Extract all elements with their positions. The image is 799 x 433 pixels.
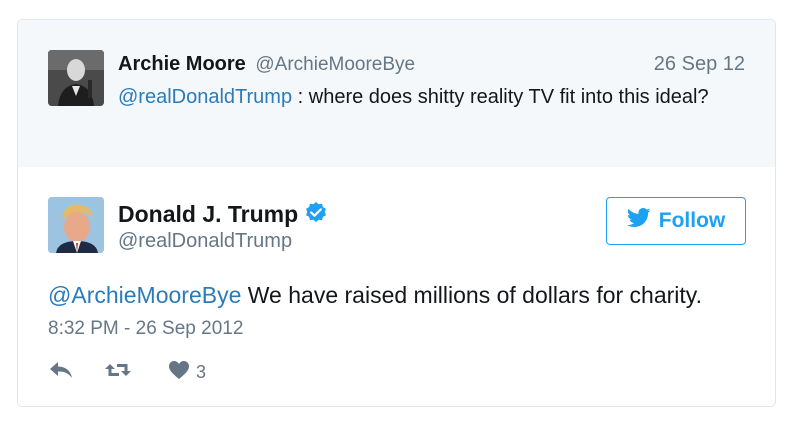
- embedded-tweet-card: Archie Moore @ArchieMooreBye 26 Sep 12 @…: [17, 19, 776, 407]
- author-name[interactable]: Archie Moore: [118, 53, 246, 75]
- context-author: Archie Moore @ArchieMooreBye: [118, 51, 415, 78]
- follow-label: Follow: [658, 209, 726, 232]
- reply-button[interactable]: [48, 360, 74, 385]
- tweet-body: : where does shitty reality TV fit into …: [292, 86, 709, 108]
- like-button[interactable]: 3: [168, 360, 206, 385]
- reply-icon: [48, 360, 74, 385]
- tweet-actions: 3: [48, 358, 206, 386]
- follow-button[interactable]: Follow: [606, 197, 746, 245]
- author-name[interactable]: Donald J. Trump: [118, 201, 298, 227]
- mention-link[interactable]: @ArchieMooreBye: [48, 282, 241, 308]
- author-handle[interactable]: @realDonaldTrump: [118, 230, 292, 253]
- mention-link[interactable]: @realDonaldTrump: [118, 86, 292, 108]
- heart-icon: [168, 360, 190, 385]
- retweet-button[interactable]: [104, 360, 132, 385]
- verified-badge-icon: [304, 201, 328, 231]
- tweet-text: @ArchieMooreBye We have raised millions …: [48, 280, 758, 310]
- context-tweet-text: @realDonaldTrump : where does shitty rea…: [118, 83, 728, 112]
- like-count: 3: [196, 361, 207, 382]
- avatar[interactable]: [48, 50, 104, 106]
- retweet-icon: [104, 360, 132, 385]
- avatar[interactable]: [48, 197, 104, 253]
- tweet-timestamp[interactable]: 8:32 PM - 26 Sep 2012: [48, 318, 243, 340]
- in-reply-to-tweet[interactable]: Archie Moore @ArchieMooreBye 26 Sep 12 @…: [18, 20, 775, 167]
- author-handle[interactable]: @ArchieMooreBye: [255, 54, 415, 75]
- tweet-date[interactable]: 26 Sep 12: [654, 53, 745, 76]
- tweet-author: Donald J. Trump: [118, 200, 328, 231]
- twitter-bird-icon: [626, 208, 651, 234]
- avatar-photo: [48, 197, 104, 253]
- tweet-body: We have raised millions of dollars for c…: [241, 282, 702, 308]
- avatar-photo: [48, 50, 104, 106]
